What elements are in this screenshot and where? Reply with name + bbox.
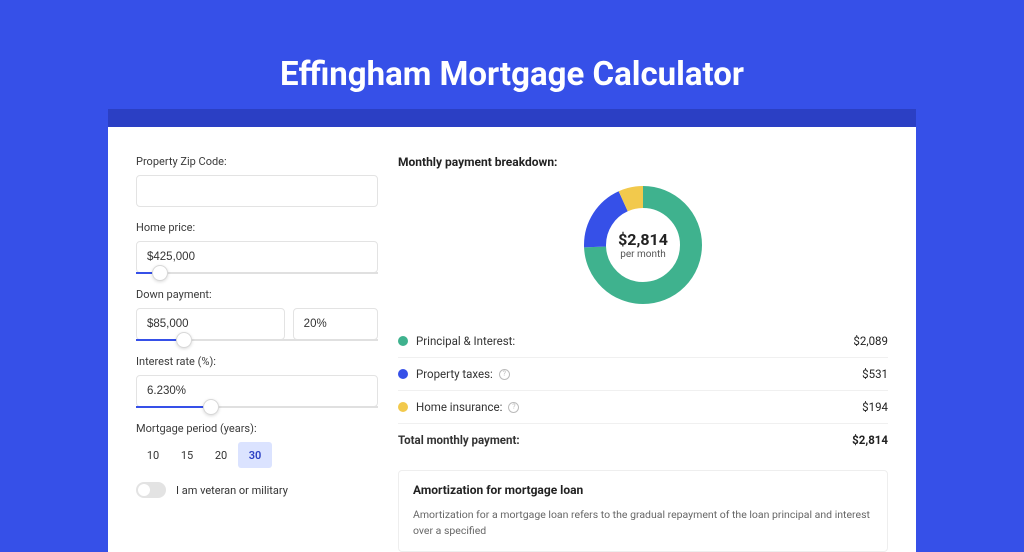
breakdown-row: Principal & Interest: $2,089 [398,325,888,358]
breakdown-label: Property taxes: ? [416,367,862,381]
amortization-title: Amortization for mortgage loan [413,483,873,497]
legend-dot-icon [398,402,408,412]
interest-label: Interest rate (%): [136,355,378,368]
zip-group: Property Zip Code: [136,155,378,207]
down-payment-input[interactable] [136,308,285,340]
down-payment-label: Down payment: [136,288,378,301]
legend-dot-icon [398,369,408,379]
period-button[interactable]: 30 [238,442,272,468]
breakdown-total-label: Total monthly payment: [398,433,852,447]
breakdown-label: Principal & Interest: [416,334,853,348]
toggle-knob-icon [138,484,150,496]
info-icon[interactable]: ? [499,369,510,380]
form-panel: Property Zip Code: Home price: Down paym… [136,155,378,552]
breakdown-row: Property taxes: ? $531 [398,358,888,391]
zip-input[interactable] [136,175,378,207]
down-payment-pct-input[interactable] [293,308,378,340]
period-options: 10 15 20 30 [136,442,378,468]
legend-dot-icon [398,336,408,346]
donut-chart-wrap: $2,814 per month [398,183,888,307]
breakdown-label: Home insurance: ? [416,400,862,414]
breakdown-total-value: $2,814 [852,433,888,447]
page-title: Effingham Mortgage Calculator [0,55,1024,94]
home-price-input[interactable] [136,241,378,273]
veteran-label: I am veteran or military [176,484,288,497]
breakdown-value: $531 [862,367,888,381]
down-payment-group: Down payment: [136,288,378,341]
veteran-toggle[interactable] [136,482,166,498]
period-button[interactable]: 20 [204,442,238,468]
veteran-row: I am veteran or military [136,482,378,498]
home-price-slider[interactable] [136,272,378,274]
slider-thumb-icon[interactable] [203,399,219,415]
donut-chart: $2,814 per month [581,183,705,307]
donut-center: $2,814 per month [581,183,705,307]
home-price-label: Home price: [136,221,378,234]
down-payment-slider[interactable] [136,339,378,341]
period-button[interactable]: 15 [170,442,204,468]
period-label: Mortgage period (years): [136,422,378,435]
slider-thumb-icon[interactable] [152,265,168,281]
period-button[interactable]: 10 [136,442,170,468]
zip-label: Property Zip Code: [136,155,378,168]
breakdown-panel: Monthly payment breakdown: $2,814 per mo… [398,155,888,552]
amortization-section: Amortization for mortgage loan Amortizat… [398,470,888,552]
breakdown-value: $2,089 [853,334,888,348]
interest-group: Interest rate (%): [136,355,378,408]
header-band [108,109,916,127]
donut-sublabel: per month [620,249,666,260]
breakdown-value: $194 [862,400,888,414]
page-header: Effingham Mortgage Calculator [0,0,1024,109]
period-group: Mortgage period (years): 10 15 20 30 [136,422,378,468]
interest-slider[interactable] [136,406,378,408]
breakdown-title: Monthly payment breakdown: [398,155,888,169]
donut-amount: $2,814 [618,230,668,249]
breakdown-row: Home insurance: ? $194 [398,391,888,424]
home-price-group: Home price: [136,221,378,274]
slider-thumb-icon[interactable] [176,332,192,348]
info-icon[interactable]: ? [508,402,519,413]
interest-input[interactable] [136,375,378,407]
calculator-card: Property Zip Code: Home price: Down paym… [108,127,916,552]
breakdown-total-row: Total monthly payment: $2,814 [398,424,888,456]
